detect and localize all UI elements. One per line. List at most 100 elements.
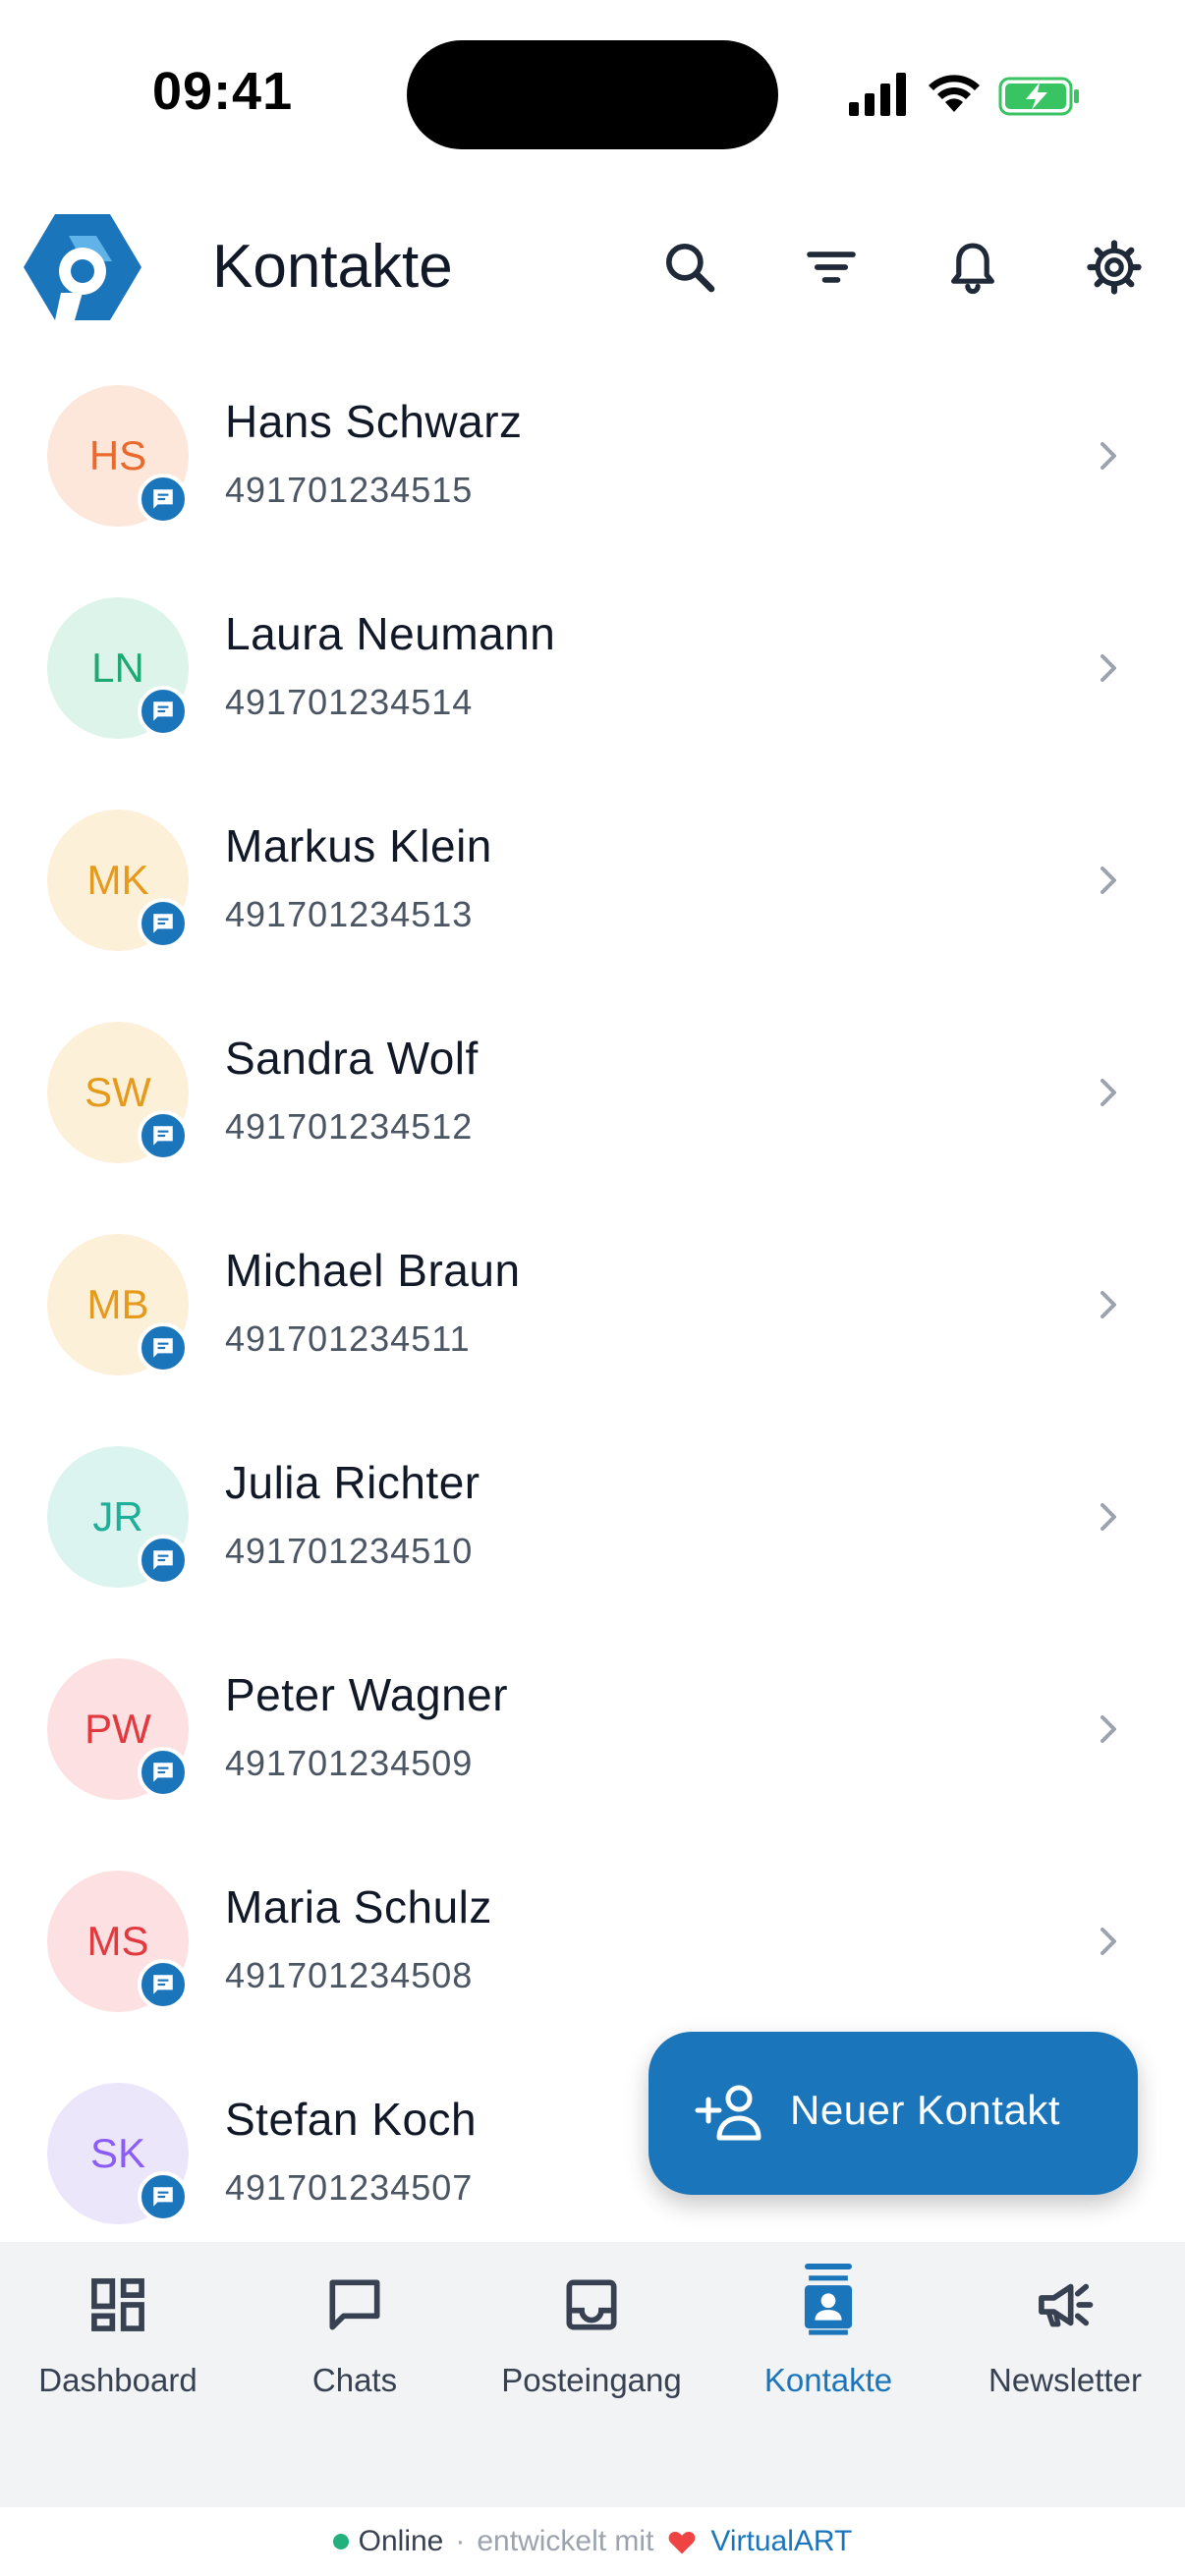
chevron-right-icon	[1100, 1291, 1116, 1318]
avatar-initials: LN	[91, 644, 144, 691]
message-icon	[153, 1338, 173, 1358]
contact-row[interactable]: LN Laura Neumann 491701234514	[0, 576, 1185, 788]
filter-button[interactable]	[790, 226, 873, 308]
avatar-initials: HS	[88, 432, 147, 478]
footer: Online · entwickelt mit VirtualART	[0, 2507, 1185, 2576]
nav-label: Kontakte	[763, 2362, 893, 2398]
inbox-icon	[566, 2279, 617, 2330]
chat-badge	[138, 1322, 189, 1373]
contact-list: HS Hans Schwarz 491701234515 LN Laura Ne…	[0, 364, 1185, 2242]
avatar-initials: MK	[86, 857, 149, 903]
contact-phone: 491701234511	[225, 1318, 471, 1359]
chevron-right-icon	[1100, 1503, 1116, 1531]
nav-label: Dashboard	[38, 2362, 198, 2398]
online-status-text: Online	[358, 2525, 444, 2557]
contact-phone: 491701234509	[225, 1743, 474, 1783]
chat-badge	[138, 898, 189, 949]
wifi-icon	[929, 75, 980, 112]
nav-item-contacts[interactable]: Kontakte	[710, 2264, 946, 2411]
nav-item-inbox[interactable]: Posteingang	[474, 2264, 709, 2411]
bell-icon	[951, 243, 994, 295]
contact-phone: 491701234512	[225, 1106, 474, 1147]
contact-name: Hans Schwarz	[225, 396, 523, 447]
contact-row[interactable]: MB Michael Braun 491701234511	[0, 1212, 1185, 1425]
contact-phone: 491701234514	[225, 682, 474, 722]
chat-badge	[138, 1110, 189, 1161]
settings-button[interactable]	[1073, 226, 1156, 308]
chevron-right-icon	[1100, 1928, 1116, 1955]
chevron-right-icon	[1100, 442, 1116, 470]
message-icon	[153, 1126, 173, 1146]
brand-link[interactable]: VirtualART	[710, 2525, 852, 2558]
message-icon	[153, 914, 173, 933]
cellular-signal-icon	[849, 73, 906, 116]
gear-icon	[1087, 240, 1142, 295]
contacts-icon	[804, 2275, 853, 2335]
contact-row[interactable]: MS Maria Schulz 491701234508	[0, 1849, 1185, 2061]
app-header: Kontakte	[0, 187, 1185, 364]
chevron-right-icon	[1100, 867, 1116, 894]
contact-phone: 491701234507	[225, 2167, 474, 2208]
contact-name: Michael Braun	[225, 1245, 521, 1296]
avatar-initials: JR	[92, 1493, 143, 1540]
chat-badge	[138, 1747, 189, 1798]
nav-label: Chats	[311, 2362, 398, 2398]
contact-row[interactable]: SW Sandra Wolf 491701234512	[0, 1000, 1185, 1212]
status-bar: 09:41	[0, 0, 1185, 187]
filter-icon	[807, 252, 856, 283]
contact-phone: 491701234508	[225, 1955, 474, 1995]
nav-label: Posteingang	[501, 2362, 682, 2398]
bottom-navigation: Dashboard Chats Posteingang Kontakte New…	[0, 2242, 1185, 2507]
contact-row[interactable]: MK Markus Klein 491701234513	[0, 788, 1185, 1000]
search-button[interactable]	[649, 226, 731, 308]
contact-phone: 491701234515	[225, 470, 474, 510]
footer-separator: ·	[455, 2525, 466, 2557]
chat-badge	[138, 474, 189, 525]
contact-name: Markus Klein	[225, 820, 492, 871]
new-contact-button[interactable]: Neuer Kontakt	[649, 2032, 1138, 2195]
nav-item-newsletter[interactable]: Newsletter	[947, 2264, 1183, 2411]
contact-name: Julia Richter	[225, 1457, 480, 1508]
message-icon	[153, 1975, 173, 1994]
message-icon	[153, 1763, 173, 1782]
message-icon	[153, 489, 173, 509]
chevron-right-icon	[1100, 654, 1116, 682]
contact-row[interactable]: PW Peter Wagner 491701234509	[0, 1637, 1185, 1849]
chat-badge	[138, 2171, 189, 2222]
contact-phone: 491701234510	[225, 1531, 474, 1571]
message-icon	[153, 1550, 173, 1570]
chevron-right-icon	[1100, 1715, 1116, 1743]
chat-badge	[138, 686, 189, 737]
contact-name: Maria Schulz	[225, 1881, 492, 1932]
avatar-initials: SK	[89, 2130, 146, 2176]
contact-row[interactable]: JR Julia Richter 491701234510	[0, 1425, 1185, 1637]
status-time: 09:41	[152, 62, 294, 121]
add-person-icon	[695, 2085, 762, 2141]
notifications-button[interactable]	[931, 226, 1014, 308]
message-icon	[153, 701, 173, 721]
avatar-initials: MS	[86, 1918, 149, 1964]
megaphone-icon	[1039, 2283, 1094, 2327]
heart-icon	[669, 2531, 696, 2554]
page-title: Kontakte	[212, 233, 453, 301]
contact-name: Laura Neumann	[225, 608, 556, 659]
new-contact-label: Neuer Kontakt	[790, 2087, 1060, 2133]
contact-phone: 491701234513	[225, 894, 474, 934]
developed-with-text: entwickelt mit	[477, 2525, 654, 2557]
avatar-initials: SW	[85, 1069, 151, 1115]
nav-label: Newsletter	[988, 2362, 1142, 2398]
chevron-right-icon	[1100, 1079, 1116, 1106]
battery-charging-icon	[998, 77, 1079, 116]
avatar-initials: MB	[86, 1281, 149, 1327]
search-icon	[665, 243, 715, 293]
nav-item-chats[interactable]: Chats	[237, 2264, 473, 2411]
dynamic-island	[407, 40, 778, 149]
contact-name: Peter Wagner	[225, 1669, 509, 1720]
contact-name: Sandra Wolf	[225, 1033, 479, 1084]
online-status-dot	[332, 2534, 349, 2549]
dashboard-icon	[91, 2278, 144, 2331]
contact-row[interactable]: HS Hans Schwarz 491701234515	[0, 364, 1185, 576]
app-logo	[24, 214, 141, 320]
contact-name: Stefan Koch	[225, 2094, 478, 2145]
nav-item-dashboard[interactable]: Dashboard	[0, 2264, 236, 2411]
